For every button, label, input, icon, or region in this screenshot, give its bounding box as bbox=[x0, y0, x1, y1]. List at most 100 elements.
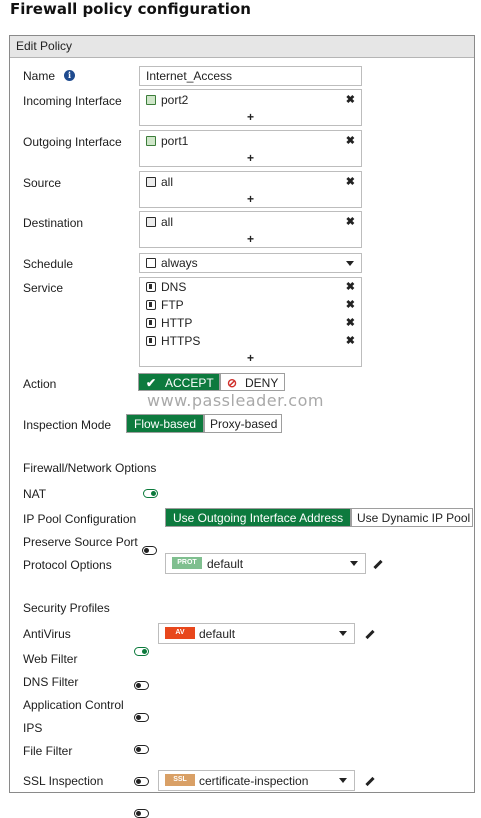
outgoing-interface-label: Outgoing Interface bbox=[23, 135, 122, 149]
service-item-label: HTTP bbox=[161, 316, 193, 330]
antivirus-value: default bbox=[199, 627, 236, 641]
destination-field[interactable]: all ✖ + bbox=[139, 211, 362, 248]
proxy-based-button[interactable]: Proxy-based bbox=[204, 414, 282, 433]
panel-header: Edit Policy bbox=[10, 36, 474, 58]
name-label: Name bbox=[23, 69, 56, 83]
chevron-down-icon bbox=[339, 778, 347, 783]
watermark: www.passleader.com bbox=[147, 391, 324, 410]
antivirus-toggle[interactable] bbox=[134, 647, 149, 656]
deny-button[interactable]: ⊘ DENY bbox=[220, 373, 285, 391]
ip-pool-label: IP Pool Configuration bbox=[23, 512, 137, 526]
close-icon[interactable]: ✖ bbox=[346, 134, 355, 147]
preserve-source-port-toggle[interactable] bbox=[142, 546, 157, 555]
service-item-label: DNS bbox=[161, 280, 187, 294]
service-item-label: HTTPS bbox=[161, 334, 201, 348]
file-filter-label: File Filter bbox=[23, 744, 73, 758]
close-icon[interactable]: ✖ bbox=[346, 298, 355, 311]
plus-icon[interactable]: + bbox=[140, 151, 361, 165]
plus-icon[interactable]: + bbox=[140, 232, 361, 246]
flow-based-button[interactable]: Flow-based bbox=[126, 414, 204, 433]
address-icon bbox=[146, 177, 156, 187]
file-filter-toggle[interactable] bbox=[134, 809, 149, 818]
chevron-down-icon bbox=[346, 261, 354, 266]
deny-label: DENY bbox=[245, 376, 279, 390]
plus-icon[interactable]: + bbox=[140, 110, 361, 124]
use-outgoing-interface-label: Use Outgoing Interface Address bbox=[173, 511, 344, 525]
outgoing-interface-entry: port1 bbox=[146, 134, 188, 150]
use-dynamic-ip-pool-label: Use Dynamic IP Pool bbox=[357, 511, 471, 525]
action-label: Action bbox=[23, 377, 57, 391]
chevron-down-icon bbox=[339, 631, 347, 636]
inspection-mode-label: Inspection Mode bbox=[23, 418, 112, 432]
service-item: HTTPS bbox=[146, 334, 200, 350]
info-icon[interactable]: i bbox=[64, 70, 75, 81]
ssl-badge: SSL bbox=[165, 774, 195, 786]
close-icon[interactable]: ✖ bbox=[346, 334, 355, 347]
application-control-toggle[interactable] bbox=[134, 745, 149, 754]
proxy-based-label: Proxy-based bbox=[210, 417, 278, 431]
ssl-inspection-select[interactable]: SSL certificate-inspection bbox=[158, 770, 355, 791]
firewall-network-options-heading: Firewall/Network Options bbox=[23, 461, 157, 475]
protocol-badge: PROT bbox=[172, 557, 202, 569]
outgoing-interface-field[interactable]: port1 ✖ + bbox=[139, 130, 362, 167]
source-value: all bbox=[161, 175, 174, 189]
web-filter-label: Web Filter bbox=[23, 652, 78, 666]
schedule-icon bbox=[146, 258, 156, 268]
flow-based-label: Flow-based bbox=[134, 417, 197, 431]
web-filter-toggle[interactable] bbox=[134, 681, 149, 690]
antivirus-badge: AV bbox=[165, 627, 195, 639]
ssl-inspection-label: SSL Inspection bbox=[23, 774, 104, 788]
plus-icon[interactable]: + bbox=[140, 192, 361, 206]
close-icon[interactable]: ✖ bbox=[346, 280, 355, 293]
close-icon[interactable]: ✖ bbox=[346, 316, 355, 329]
ssl-inspection-value: certificate-inspection bbox=[199, 774, 309, 788]
plus-icon[interactable]: + bbox=[140, 351, 361, 365]
service-item-label: FTP bbox=[161, 298, 184, 312]
schedule-label: Schedule bbox=[23, 257, 74, 271]
incoming-interface-label: Incoming Interface bbox=[23, 94, 122, 108]
ips-toggle[interactable] bbox=[134, 777, 149, 786]
protocol-options-label: Protocol Options bbox=[23, 558, 112, 572]
service-icon bbox=[146, 300, 156, 310]
chevron-down-icon bbox=[350, 561, 358, 566]
schedule-value: always bbox=[161, 256, 198, 270]
source-field[interactable]: all ✖ + bbox=[139, 171, 362, 208]
use-outgoing-interface-button[interactable]: Use Outgoing Interface Address bbox=[165, 508, 351, 527]
accept-label: ACCEPT bbox=[165, 376, 214, 390]
dns-filter-label: DNS Filter bbox=[23, 675, 79, 689]
service-label: Service bbox=[23, 281, 64, 295]
service-icon bbox=[146, 282, 156, 292]
nat-toggle[interactable] bbox=[143, 489, 158, 498]
service-field[interactable]: DNS ✖ FTP ✖ HTTP ✖ HTTPS ✖ + bbox=[139, 277, 362, 367]
use-dynamic-ip-pool-button[interactable]: Use Dynamic IP Pool bbox=[351, 508, 473, 527]
check-icon: ✔ bbox=[146, 376, 157, 390]
protocol-options-select[interactable]: PROT default bbox=[165, 553, 366, 574]
service-icon bbox=[146, 336, 156, 346]
antivirus-select[interactable]: AV default bbox=[158, 623, 355, 644]
port-icon bbox=[146, 136, 156, 146]
antivirus-label: AntiVirus bbox=[23, 627, 71, 641]
destination-value: all bbox=[161, 215, 174, 229]
service-item: DNS bbox=[146, 280, 186, 296]
protocol-options-value: default bbox=[207, 557, 244, 571]
incoming-interface-value: port2 bbox=[161, 93, 189, 107]
service-item: HTTP bbox=[146, 316, 192, 332]
port-icon bbox=[146, 95, 156, 105]
schedule-select[interactable]: always bbox=[139, 253, 362, 273]
page-title: Firewall policy configuration bbox=[10, 0, 251, 18]
close-icon[interactable]: ✖ bbox=[346, 93, 355, 106]
source-entry: all bbox=[146, 175, 173, 191]
preserve-source-port-label: Preserve Source Port bbox=[23, 535, 138, 549]
schedule-entry: always bbox=[146, 256, 198, 272]
incoming-interface-field[interactable]: port2 ✖ + bbox=[139, 89, 362, 126]
close-icon[interactable]: ✖ bbox=[346, 215, 355, 228]
destination-label: Destination bbox=[23, 216, 84, 230]
name-value: Internet_Access bbox=[146, 69, 233, 83]
deny-icon: ⊘ bbox=[227, 376, 238, 390]
close-icon[interactable]: ✖ bbox=[346, 175, 355, 188]
accept-button[interactable]: ✔ ACCEPT bbox=[138, 373, 220, 391]
dns-filter-toggle[interactable] bbox=[134, 713, 149, 722]
source-label: Source bbox=[23, 176, 62, 190]
service-icon bbox=[146, 318, 156, 328]
name-input[interactable]: Internet_Access bbox=[139, 66, 362, 86]
